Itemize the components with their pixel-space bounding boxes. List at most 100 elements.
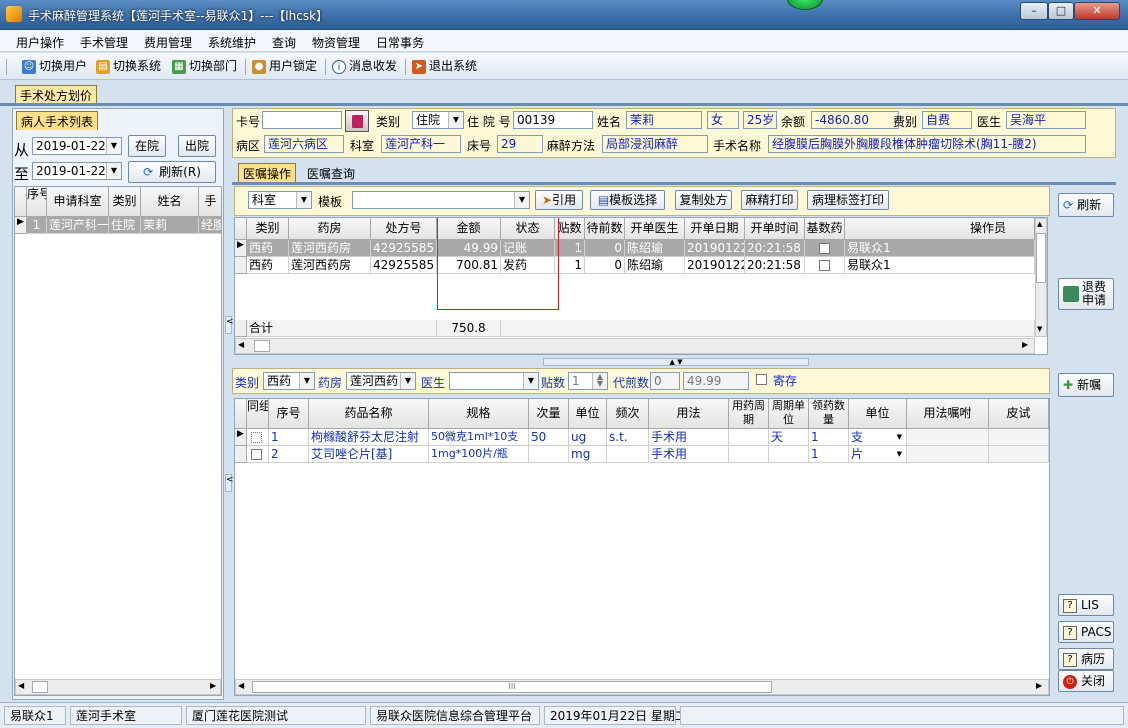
menu-surgery[interactable]: 手术管理 — [80, 34, 128, 51]
dept-select[interactable]: 科室 ▼ — [248, 191, 312, 209]
history-button[interactable]: ? 病历 — [1058, 648, 1114, 670]
cell — [907, 446, 989, 463]
close-button[interactable]: ✕ — [1074, 2, 1120, 20]
column-header[interactable]: 药品名称 — [309, 399, 429, 429]
refund-request-button[interactable]: 退费申请 — [1058, 278, 1114, 310]
column-header[interactable]: 领药数量 — [809, 399, 849, 429]
column-header[interactable]: 开单日期 — [685, 218, 745, 240]
inpatient-number-input[interactable]: 00139 — [513, 111, 593, 129]
minimize-button[interactable]: – — [1020, 2, 1048, 20]
prescription-grid[interactable]: 类别 药房 处方号 金额 状态 贴数 待前数 开单医生 开单日期 开单时间 基数… — [234, 217, 1048, 355]
horizontal-scrollbar[interactable]: ◀ ▶ — [235, 338, 1035, 354]
deposit-checkbox[interactable] — [756, 374, 767, 385]
patient-list-grid[interactable]: 序号 申请科室 类别 姓名 手 ▶ 1 莲河产科一 住院 茉莉 经腹 ◀ ▶ — [14, 186, 222, 696]
switch-user-button[interactable]: ☺ 切换用户 — [22, 58, 87, 76]
tab-order-ops[interactable]: 医嘱操作 — [238, 163, 297, 182]
column-header[interactable]: 类别 — [109, 187, 141, 217]
in-hospital-button[interactable]: 在院 — [128, 135, 166, 157]
refresh-button[interactable]: ⟳ 刷新 — [1058, 193, 1114, 217]
switch-system-button[interactable]: ▤ 切换系统 — [96, 58, 161, 76]
detail-doctor-select[interactable]: ▼ — [449, 372, 539, 390]
menu-system[interactable]: 系统维护 — [208, 34, 256, 51]
column-header[interactable]: 规格 — [429, 399, 529, 429]
card-number-input[interactable] — [262, 111, 342, 129]
column-header[interactable]: 频次 — [607, 399, 649, 429]
menu-user-ops[interactable]: 用户操作 — [16, 34, 64, 51]
template-select-button[interactable]: ▤模板选择 — [590, 190, 665, 210]
detail-type-select[interactable]: 西药 ▼ — [263, 372, 315, 390]
menu-materials[interactable]: 物资管理 — [312, 34, 360, 51]
scroll-thumb[interactable] — [254, 340, 270, 352]
template-select[interactable]: ▼ — [352, 191, 530, 209]
menu-query[interactable]: 查询 — [272, 34, 296, 51]
tab-rx-pricing[interactable]: 手术处方划价 — [15, 85, 98, 103]
pacs-button[interactable]: ? PACS — [1058, 621, 1114, 643]
column-header[interactable]: 单位 — [569, 399, 607, 429]
column-header[interactable]: 处方号 — [371, 218, 437, 240]
column-header[interactable]: 类别 — [247, 218, 289, 240]
column-header[interactable]: 用法嘱咐 — [907, 399, 989, 429]
column-header[interactable]: 贴数 — [555, 218, 585, 240]
column-header[interactable]: 皮试 — [989, 399, 1049, 429]
column-header[interactable]: 次量 — [529, 399, 569, 429]
horizontal-scrollbar[interactable]: ◀ ▶ — [15, 679, 221, 695]
column-header[interactable]: 序号 — [269, 399, 309, 429]
collapse-left-icon[interactable]: < — [225, 474, 234, 492]
column-header[interactable]: 用药周期 — [729, 399, 769, 429]
column-header[interactable]: 同组 — [247, 399, 269, 429]
column-header[interactable]: 操作员 — [845, 218, 1035, 240]
column-header[interactable]: 申请科室 — [47, 187, 109, 217]
exit-button[interactable]: ➤ 退出系统 — [412, 58, 477, 76]
base-drug-checkbox[interactable] — [819, 260, 830, 271]
menu-daily[interactable]: 日常事务 — [376, 34, 424, 51]
group-checkbox[interactable] — [251, 449, 262, 460]
column-header[interactable]: 开单时间 — [745, 218, 805, 240]
column-header[interactable]: 序号 — [27, 187, 47, 217]
column-header[interactable]: 开单医生 — [625, 218, 685, 240]
column-header[interactable]: 待前数 — [585, 218, 625, 240]
pacs-label: PACS — [1081, 625, 1112, 639]
to-date-picker[interactable]: 2019-01-22 ▼ — [32, 162, 122, 180]
pastes-spinner[interactable]: 1 ▲ ▼ — [568, 372, 608, 390]
from-date-picker[interactable]: 2019-01-22 ▼ — [32, 137, 122, 155]
splitter-handle[interactable]: ▲ ▼ — [543, 358, 809, 366]
lock-user-button[interactable]: ● 用户锁定 — [252, 58, 317, 76]
menu-fees[interactable]: 费用管理 — [144, 34, 192, 51]
cell[interactable]: 支 ▼ — [849, 429, 907, 446]
column-header[interactable]: 周期单位 — [769, 399, 809, 429]
switch-dept-button[interactable]: ▦ 切换部门 — [172, 58, 237, 76]
tab-patient-list[interactable]: 病人手术列表 — [16, 111, 99, 130]
pharmacy-select[interactable]: 莲河西药 ▼ — [346, 372, 416, 390]
column-header[interactable]: 药房 — [289, 218, 371, 240]
close-panel-button[interactable]: ⏻ 关闭 — [1058, 670, 1114, 692]
tab-order-query[interactable]: 医嘱查询 — [303, 164, 359, 182]
collapse-left-icon[interactable]: < — [225, 316, 234, 334]
read-card-button[interactable] — [345, 110, 369, 132]
pathology-print-button[interactable]: 病理标签打印 — [807, 190, 889, 210]
type-select[interactable]: 住院 ▼ — [412, 111, 464, 129]
drug-grid[interactable]: 同组 序号 药品名称 规格 次量 单位 频次 用法 用药周期 周期单位 领药数量… — [234, 398, 1050, 696]
cell[interactable]: 片 ▼ — [849, 446, 907, 463]
type-value: 住院 — [416, 113, 441, 127]
scroll-thumb[interactable]: III — [252, 681, 772, 693]
new-order-button[interactable]: ✚ 新嘱 — [1058, 373, 1114, 397]
column-header[interactable]: 姓名 — [141, 187, 199, 217]
narcotic-print-button[interactable]: 麻精打印 — [741, 190, 798, 210]
vertical-scrollbar[interactable]: ▲ ▼ — [1035, 218, 1047, 337]
group-checkbox[interactable] — [251, 432, 262, 443]
messages-button[interactable]: i 消息收发 — [332, 58, 397, 76]
base-drug-checkbox[interactable] — [819, 243, 830, 254]
column-header[interactable]: 用法 — [649, 399, 729, 429]
lis-button[interactable]: ? LIS — [1058, 594, 1114, 616]
refresh-list-button[interactable]: ⟳ 刷新(R) — [128, 161, 216, 183]
copy-rx-button[interactable]: 复制处方 — [675, 190, 732, 210]
cite-button[interactable]: ➤引用 — [535, 190, 583, 210]
column-header[interactable]: 基数药 — [805, 218, 845, 240]
horizontal-scrollbar[interactable]: ◀ III ▶ — [235, 679, 1049, 695]
scroll-thumb[interactable] — [32, 681, 48, 693]
column-header[interactable]: 手 — [199, 187, 221, 217]
column-header[interactable]: 单位 — [849, 399, 907, 429]
maximize-button[interactable]: □ — [1048, 2, 1074, 20]
discharged-button[interactable]: 出院 — [178, 135, 216, 157]
scroll-thumb[interactable] — [1036, 233, 1046, 283]
